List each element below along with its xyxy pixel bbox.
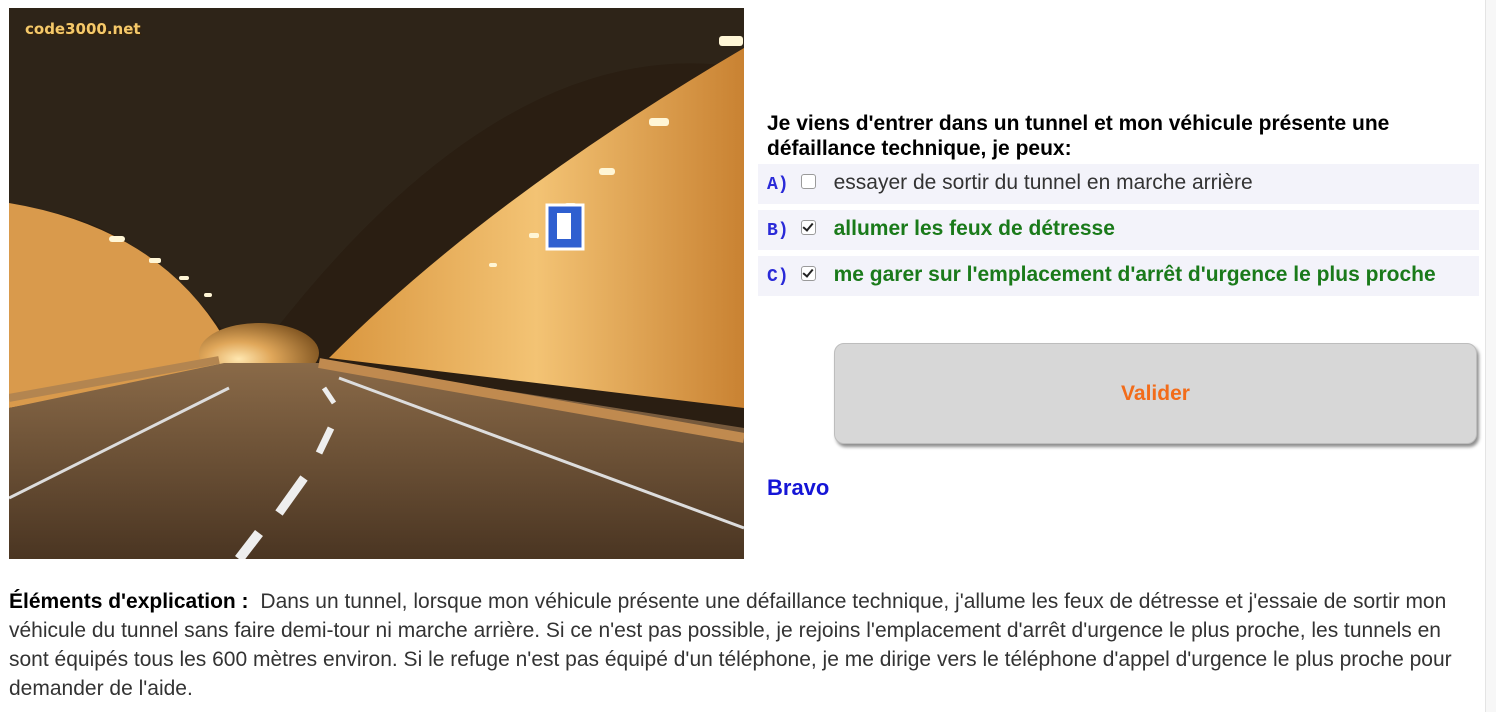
watermark: code3000.net <box>25 20 141 38</box>
answer-label: essayer de sortir du tunnel en marche ar… <box>833 171 1253 194</box>
answer-letter: B) <box>767 221 789 241</box>
answer-a[interactable]: A) essayer de sortir du tunnel en marche … <box>758 164 1479 204</box>
explanation-label: Éléments d'explication : <box>9 590 249 613</box>
validate-button[interactable]: Valider <box>834 343 1477 444</box>
answer-checkbox[interactable] <box>800 220 816 235</box>
question-photo: code3000.net <box>9 8 744 559</box>
answer-letter: A) <box>767 175 789 195</box>
answer-label: allumer les feux de détresse <box>833 217 1115 240</box>
answer-list: A) essayer de sortir du tunnel en marche … <box>758 164 1479 302</box>
answer-b[interactable]: B) allumer les feux de détresse <box>758 210 1479 250</box>
explanation: Éléments d'explication : Dans un tunnel,… <box>9 587 1479 703</box>
question-text: Je viens d'entrer dans un tunnel et mon … <box>767 112 1390 160</box>
answer-c[interactable]: C) me garer sur l'emplacement d'arrêt d'u… <box>758 256 1479 296</box>
page-scrollbar[interactable] <box>1485 0 1496 712</box>
answer-checkbox[interactable] <box>800 266 816 281</box>
answer-letter: C) <box>767 267 789 287</box>
answer-label: me garer sur l'emplacement d'arrêt d'urg… <box>833 263 1436 286</box>
result-message: Bravo <box>767 475 830 500</box>
answer-checkbox[interactable] <box>800 174 816 189</box>
